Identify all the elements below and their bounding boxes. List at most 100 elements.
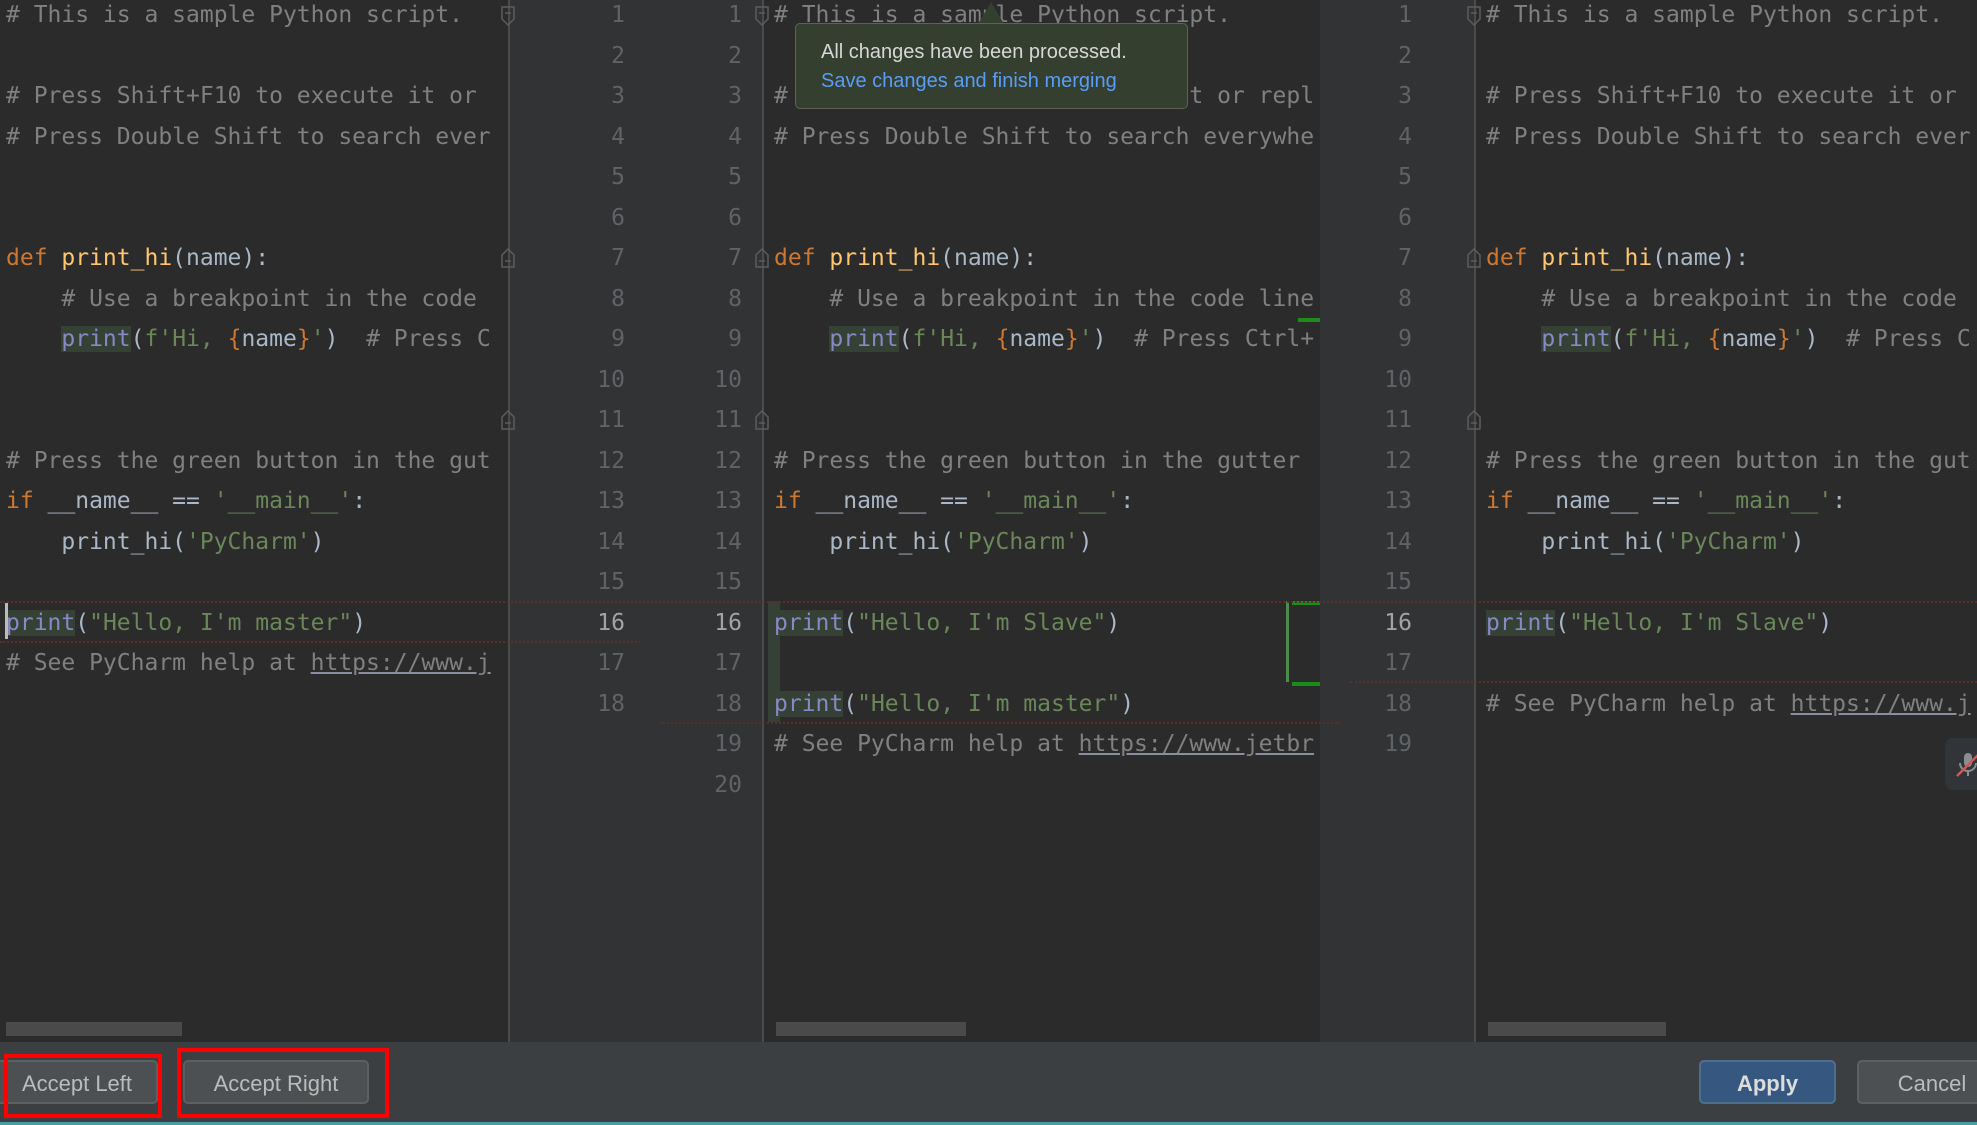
code-token: name — [1721, 326, 1777, 352]
left-horizontal-scrollbar[interactable] — [6, 1022, 182, 1036]
code-token: # Press C — [1846, 326, 1971, 352]
notification-arrow — [978, 2, 1004, 24]
code-line: def print_hi(name): — [6, 238, 269, 278]
fold-marker-icon[interactable] — [501, 6, 515, 26]
code-line: print("Hello, I'm Slave") — [1486, 603, 1832, 643]
fold-marker-icon[interactable] — [755, 248, 769, 268]
code-token: def — [1486, 245, 1542, 271]
code-line: # Press the green button in the gut — [6, 441, 491, 481]
cancel-button[interactable]: Cancel — [1857, 1060, 1977, 1104]
code-line: # Press Double Shift to search everywhe — [774, 117, 1314, 157]
code-token: # Press Shift+F10 to execute it or — [1486, 83, 1971, 109]
microphone-muted-icon — [1956, 753, 1977, 777]
line-number: 16 — [714, 609, 742, 636]
line-number: 18 — [1384, 690, 1412, 717]
code-token: (name): — [1652, 245, 1750, 271]
line-number: 13 — [1384, 488, 1412, 514]
line-number: 3 — [728, 83, 742, 109]
line-number: 4 — [611, 123, 625, 150]
code-token: # See PyCharm help at — [774, 731, 1079, 757]
code-token: ) — [352, 609, 367, 636]
line-number: 10 — [597, 366, 625, 393]
code-token: ' — [1078, 326, 1093, 352]
code-line: # Press Double Shift to search ever — [6, 117, 491, 157]
middle-horizontal-scrollbar[interactable] — [776, 1022, 966, 1036]
code-token: print_hi — [829, 245, 941, 271]
line-number: 11 — [597, 407, 625, 433]
line-number: 11 — [714, 407, 742, 433]
code-token: f'Hi, — [144, 326, 228, 352]
code-token: 'PyCharm' — [186, 528, 311, 555]
line-number: 6 — [611, 204, 625, 231]
line-number: 1 — [611, 2, 625, 28]
fold-marker-icon[interactable] — [755, 410, 769, 430]
code-token: ) — [1120, 690, 1135, 717]
code-token: # See PyCharm help at — [6, 650, 311, 676]
conflict-boundary-left-bottom — [0, 641, 640, 643]
line-number: 15 — [1384, 569, 1412, 595]
right-editor-pane[interactable]: # This is a sample Python script. # Press… — [1476, 0, 1977, 1042]
code-token: ' — [1790, 326, 1805, 352]
line-number: 2 — [728, 42, 742, 69]
code-token: { — [995, 326, 1010, 352]
conflict-boundary-middle-bottom — [660, 722, 1340, 724]
code-token: ( — [1555, 609, 1570, 636]
code-token: ( — [843, 690, 858, 717]
code-token: "Hello, I'm master" — [857, 690, 1121, 717]
code-line: print(f'Hi, {name}') # Press C — [1486, 319, 1971, 359]
fold-marker-icon[interactable] — [501, 248, 515, 268]
code-line: print("Hello, I'm Slave") — [774, 603, 1120, 643]
code-line: # Use a breakpoint in the code line — [774, 279, 1314, 319]
code-token: https://www.jetbr — [1078, 731, 1315, 757]
code-line: print_hi('PyCharm') — [1486, 522, 1804, 562]
fold-marker-icon[interactable] — [1467, 410, 1481, 430]
line-number: 13 — [597, 488, 625, 514]
right-horizontal-scrollbar[interactable] — [1488, 1022, 1666, 1036]
code-line: print(f'Hi, {name}') # Press C — [6, 319, 491, 359]
code-line: # See PyCharm help at https://www.jetbr — [774, 724, 1314, 764]
code-token: ( — [898, 326, 913, 352]
line-number: 7 — [611, 245, 625, 271]
code-token: ) — [324, 326, 367, 352]
line-number: 8 — [1398, 285, 1412, 312]
fold-marker-icon[interactable] — [1467, 6, 1481, 26]
code-line: # Press Shift+F10 to execute it or — [6, 76, 491, 116]
apply-button[interactable]: Apply — [1699, 1060, 1836, 1104]
code-line: print("Hello, I'm master") — [774, 684, 1134, 724]
line-number: 4 — [1398, 123, 1412, 150]
left-editor-pane[interactable]: # This is a sample Python script. # Press… — [0, 0, 506, 1042]
fold-marker-icon[interactable] — [755, 6, 769, 26]
line-number: 2 — [611, 42, 625, 69]
fold-marker-icon[interactable] — [1467, 248, 1481, 268]
line-number: 9 — [1398, 326, 1412, 352]
middle-editor-pane[interactable]: # This is a sample Python script.# Press… — [764, 0, 1320, 1042]
code-token: print_hi( — [774, 528, 955, 555]
line-number: 14 — [1384, 528, 1412, 555]
fold-marker-icon[interactable] — [501, 410, 515, 430]
line-number: 2 — [1398, 42, 1412, 69]
code-line: # Press the green button in the gutter — [774, 441, 1314, 481]
code-line: # See PyCharm help at https://www.j — [1486, 684, 1971, 724]
code-token: print_hi( — [6, 528, 187, 555]
code-token: (name): — [940, 245, 1038, 271]
line-number: 7 — [728, 245, 742, 271]
code-token: ( — [843, 609, 858, 636]
line-number: 13 — [714, 488, 742, 514]
code-token: # Press Double Shift to search everywhe — [774, 123, 1315, 150]
code-token: # Press the green button in the gut — [1486, 447, 1971, 474]
code-token: if — [774, 488, 816, 514]
code-line: # Press Double Shift to search ever — [1486, 117, 1971, 157]
code-line: print_hi('PyCharm') — [774, 522, 1092, 562]
save-and-finish-merging-link[interactable]: Save changes and finish merging — [821, 67, 1187, 96]
code-token: # This is a sample Python script. — [1486, 2, 1943, 28]
line-number: 18 — [714, 690, 742, 717]
line-number: 7 — [1398, 245, 1412, 271]
code-token: (name): — [172, 245, 270, 271]
code-token: } — [296, 326, 311, 352]
microphone-widget[interactable] — [1945, 738, 1977, 790]
code-token: # Press Ctrl+ — [1134, 326, 1315, 352]
line-number: 19 — [1384, 731, 1412, 757]
line-number: 8 — [728, 285, 742, 312]
